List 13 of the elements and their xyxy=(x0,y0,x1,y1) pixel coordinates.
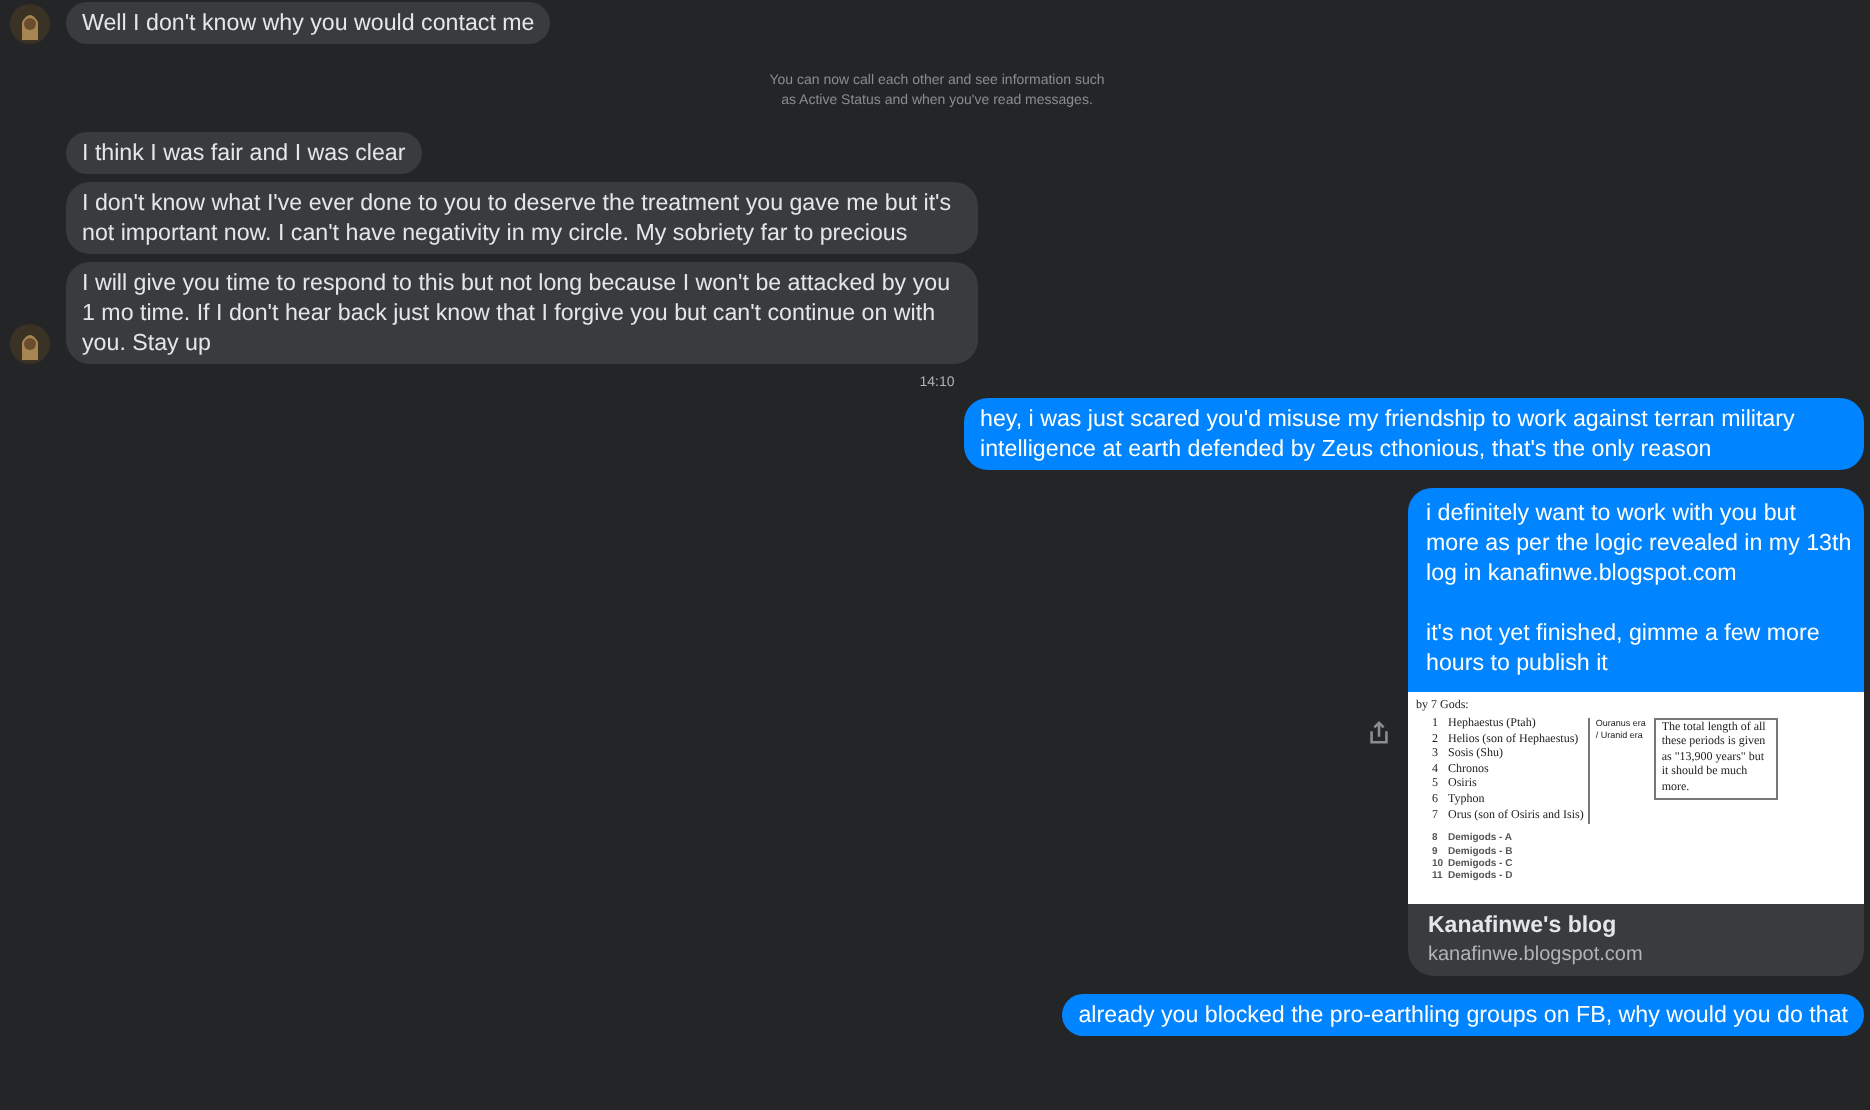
avatar[interactable] xyxy=(10,324,50,364)
message-bubble: I will give you time to respond to this but not long because I won't be attacked by you 1 mo time. If I don't hear back just know that I forgive you but can't continue on with you. Stay up xyxy=(66,262,978,364)
message-bubble: i definitely want to work with you but more as per the logic revealed in my 13th log in kanafinwe.blogspot.com it's not yet finished, gimme a few more hours to publish it xyxy=(1408,488,1864,692)
share-icon[interactable] xyxy=(1366,719,1392,745)
message-bubble: hey, i was just scared you'd misuse my friendship to work against terran military intelligence at earth defended by Zeus cthonious, that's the only reason xyxy=(964,398,1864,470)
message-bubble: I think I was fair and I was clear xyxy=(66,132,422,174)
message-bubble: Well I don't know why you would contact me xyxy=(66,2,551,44)
link-domain: kanafinwe.blogspot.com xyxy=(1428,942,1645,968)
message-bubble: I don't know what I've ever done to you to deserve the treatment you gave me but it's not important now. I can't have negativity in my circle. My sobriety far to precious xyxy=(66,182,978,254)
document-thumbnail[interactable] xyxy=(1408,692,1864,904)
link-title[interactable]: Kanafinwe's blog xyxy=(1428,912,1844,942)
avatar[interactable] xyxy=(10,4,50,44)
message-bubble: already you blocked the pro-earthling groups on FB, why would you do that xyxy=(1062,994,1864,1036)
